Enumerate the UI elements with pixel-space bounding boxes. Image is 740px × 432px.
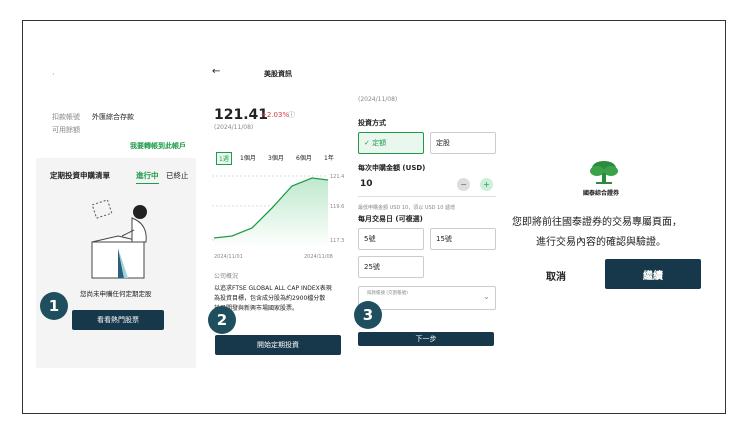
tab-terminated[interactable]: 已終止 [166,170,189,181]
company-profile-label: 公司概況 [214,273,239,280]
range-tab-1y[interactable]: 1年 [324,153,334,162]
step-badge-1: 1 [40,292,68,320]
y-label-bottom: 117.3 [330,238,345,244]
redirect-message-line-1: 您即將前往國泰證券的交易專屬頁面， [512,217,682,228]
view-hot-stocks-button[interactable]: 看看熱門股票 [72,310,164,330]
list-title: 定期投資申購清單 [50,171,110,180]
trade-day-option-15[interactable]: 15號 [430,228,496,250]
empty-list-text: 您尚未申購任何定期定股 [80,290,152,298]
company-profile-line-1: 以追求FTSE GLOBAL ALL CAP INDEX表現 [214,285,332,292]
amount-hint: 最低申購金額 USD 10，須以 USD 10 遞增 [358,205,456,211]
empty-list-illustration [91,200,147,279]
range-tab-3m[interactable]: 3個月 [268,153,284,162]
subscription-list-card: 定期投資申購清單 進行中 已終止 您尚未申購任何定期定股 [36,158,196,368]
header-title: 美股資訊 [264,70,292,78]
continue-button[interactable]: 繼續 [605,259,701,289]
amount-value[interactable]: 10 [360,179,373,189]
range-tab-1m[interactable]: 1個月 [240,153,256,162]
company-profile-line-2: 為投資目標，包含成分股為約2900檔分散 [214,295,326,302]
range-tab-1w[interactable]: 1週 [216,152,232,165]
method-fixed-amount-option[interactable]: ✓ 定額 [358,132,424,154]
y-label-mid: 119.6 [330,204,345,210]
price-chart [212,175,329,248]
x-label-start: 2024/11/01 [214,254,243,260]
step-badge-2: 2 [208,306,236,334]
transfer-link[interactable]: 我要轉帳到此帳戶 [130,141,186,151]
chevron-down-icon: ⌄ [483,292,490,301]
method-label: 投資方式 [358,119,386,127]
method-fixed-shares-option[interactable]: 定股 [430,132,496,154]
y-label-top: 121.4 [330,174,345,180]
stock-price: 121.41 [214,107,269,123]
amount-underline [358,196,496,197]
debit-account-label: 扣款帳號 [52,113,80,121]
trade-day-option-5[interactable]: 5號 [358,228,424,250]
tab-in-progress[interactable]: 進行中 [136,170,159,184]
debit-select-label: 扣款帳號 (交割帳號) [367,291,408,296]
trade-day-label: 每月交易日 (可複選) [358,215,423,223]
amount-increase-button[interactable]: + [480,178,493,191]
amount-decrease-button[interactable]: − [457,178,470,191]
back-arrow-icon[interactable]: ← [212,66,220,77]
price-date: (2024/11/08) [214,124,254,131]
redirect-message-line-2: 進行交易內容的確認與驗證。 [536,237,666,248]
range-tabs: 1週 1個月 3個月 6個月 1年 [216,152,346,165]
price-change: +2.03% [261,111,290,119]
dot-marker: · [52,70,55,79]
trade-day-option-25[interactable]: 25號 [358,256,424,278]
brand-name: 國泰綜合證券 [583,190,620,197]
setup-date: (2024/11/08) [358,96,398,103]
next-step-button[interactable]: 下一步 [358,332,494,346]
info-icon: ⓘ [288,111,295,119]
debit-account-value: 外匯綜合存款 [92,113,134,121]
start-regular-investment-button[interactable]: 開始定期投資 [215,335,341,355]
cancel-button[interactable]: 取消 [546,268,566,283]
available-balance-label: 可用餘額 [52,126,80,134]
cathay-tree-logo-icon [590,161,618,184]
step-badge-3: 3 [354,301,382,329]
x-label-end: 2024/11/08 [304,254,333,260]
amount-label: 每次申購金額 (USD) [358,164,426,172]
range-tab-6m[interactable]: 6個月 [296,153,312,162]
